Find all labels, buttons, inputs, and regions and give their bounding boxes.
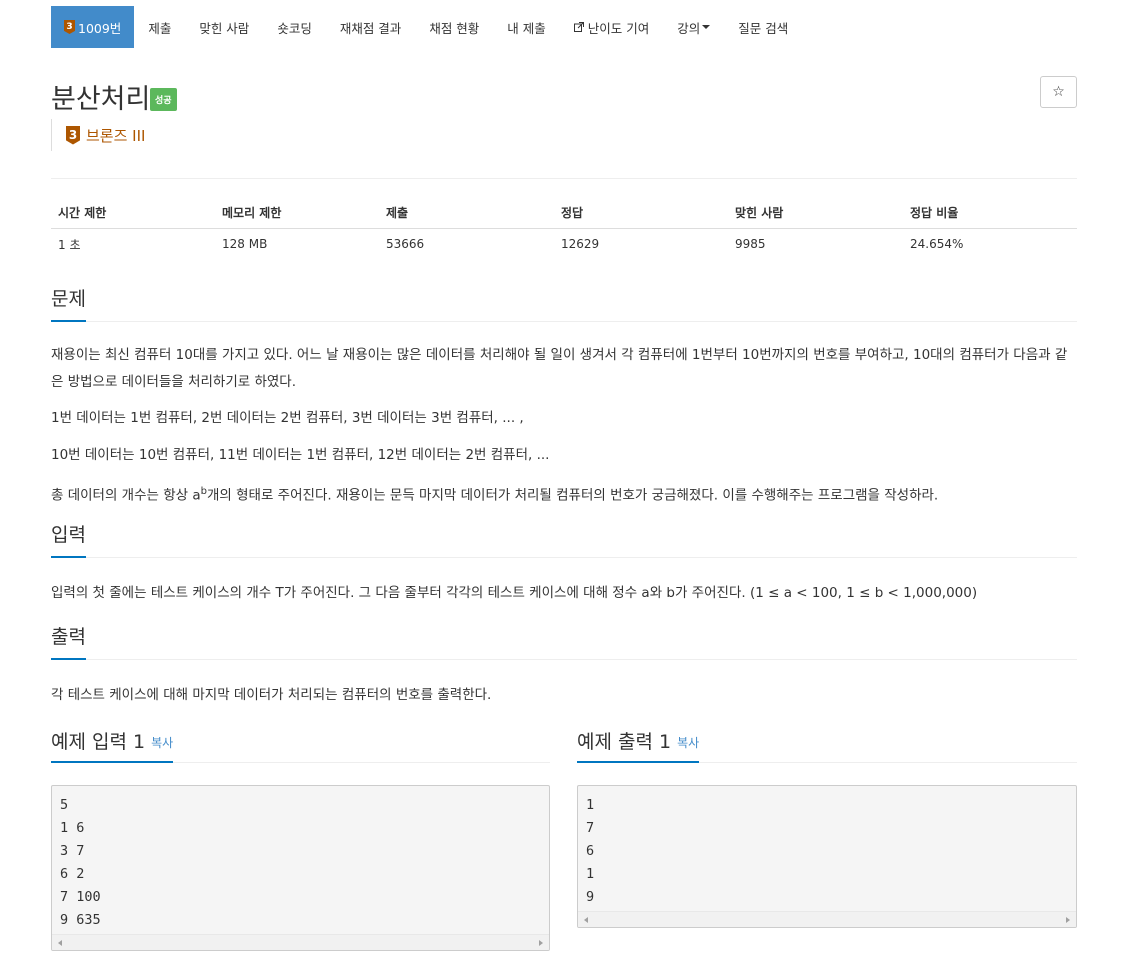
tab-problem-label: 1009번	[78, 20, 122, 36]
header-submissions: 제출	[379, 198, 554, 229]
scroll-left-icon[interactable]	[58, 940, 62, 946]
sample-input-panel: 예제 입력 1 복사 5 1 6 3 7 6 2 7 100 9 635	[51, 729, 550, 951]
section-problem-title: 문제	[51, 288, 86, 322]
problem-description-p4: 총 데이터의 개수는 항상 ab개의 형태로 주어진다. 재용이는 문득 마지막…	[51, 478, 1077, 510]
tab-judge-status[interactable]: 채점 현황	[415, 6, 493, 48]
copy-input-link[interactable]: 복사	[151, 736, 173, 750]
sample-output-title-text: 예제 출력 1	[577, 731, 672, 753]
sample-input-line: 3 7	[60, 843, 85, 859]
tab-question-search[interactable]: 질문 검색	[724, 6, 802, 48]
tab-lecture-dropdown[interactable]: 강의	[663, 6, 724, 48]
sample-output-box[interactable]: 1 7 6 1 9	[577, 785, 1077, 928]
tab-my-submissions[interactable]: 내 제출	[493, 6, 559, 48]
value-time-limit: 1 초	[58, 237, 81, 252]
section-input-header: 입력	[51, 524, 1077, 558]
problem-description-p3: 10번 데이터는 10번 컴퓨터, 11번 데이터는 1번 컴퓨터, 12번 데…	[51, 447, 550, 463]
copy-output-link[interactable]: 복사	[677, 736, 699, 750]
sample-output-line: 6	[586, 843, 595, 859]
table-header-row: 시간 제한 메모리 제한 제출 정답 맞힌 사람 정답 비율	[51, 198, 1077, 229]
page-container: 3 1009번 제출 맞힌 사람 숏코딩 재채점 결과 채점 현황 내 제출 난…	[51, 0, 1077, 951]
value-accepted: 12629	[561, 237, 600, 252]
sample-input-title: 예제 입력 1 복사	[51, 729, 174, 763]
problem-description-p2: 1번 데이터는 1번 컴퓨터, 2번 데이터는 2번 컴퓨터, 3번 데이터는 …	[51, 410, 524, 426]
sample-input-line: 9 635	[60, 912, 101, 928]
sample-input-line: 1 6	[60, 820, 85, 836]
tab-lecture-label: 강의	[677, 20, 701, 36]
sample-input-box[interactable]: 5 1 6 3 7 6 2 7 100 9 635	[51, 785, 550, 951]
section-input-title: 입력	[51, 524, 86, 558]
input-description: 입력의 첫 줄에는 테스트 케이스의 개수 T가 주어진다. 그 다음 줄부터 …	[51, 585, 978, 601]
sample-output-line: 9	[586, 889, 595, 905]
page-title: 분산처리	[51, 84, 151, 115]
favorite-star-button[interactable]: ☆	[1040, 76, 1077, 108]
value-submissions: 53666	[386, 237, 425, 252]
sample-output-panel: 예제 출력 1 복사 1 7 6 1 9	[577, 729, 1077, 928]
header-time-limit: 시간 제한	[51, 198, 215, 229]
header-solved-users: 맞힌 사람	[728, 198, 903, 229]
section-output-header: 출력	[51, 626, 1077, 660]
value-solved-users: 9985	[735, 237, 766, 252]
tab-solved-users[interactable]: 맞힌 사람	[185, 6, 263, 48]
sample-input-title-text: 예제 입력 1	[51, 731, 146, 753]
tab-problem[interactable]: 3 1009번	[51, 6, 135, 48]
p4-text-b: 개의 형태로 주어진다. 재용이는 문득 마지막 데이터가 처리될 컴퓨터의 번…	[207, 487, 939, 504]
tab-submit[interactable]: 제출	[134, 6, 185, 48]
problem-tier[interactable]: 3 브론즈 III	[51, 119, 145, 151]
problem-nav: 3 1009번 제출 맞힌 사람 숏코딩 재채점 결과 채점 현황 내 제출 난…	[51, 6, 1077, 48]
tab-short-coding[interactable]: 숏코딩	[263, 6, 326, 48]
sample-output-header: 예제 출력 1 복사	[577, 729, 1077, 763]
value-memory-limit: 128 MB	[222, 237, 268, 252]
header-accepted: 정답	[554, 198, 728, 229]
tab-difficulty-label: 난이도 기여	[587, 20, 650, 36]
bronze-tier-icon: 3	[64, 20, 75, 34]
sample-output-title: 예제 출력 1 복사	[577, 729, 700, 763]
status-badge: 성공	[150, 88, 177, 111]
header-memory-limit: 메모리 제한	[215, 198, 379, 229]
tier-name: 브론즈 III	[86, 126, 146, 145]
bronze-tier-icon: 3	[66, 125, 80, 145]
p4-text-a: 총 데이터의 개수는 항상 a	[51, 487, 201, 504]
horizontal-scrollbar[interactable]	[578, 911, 1076, 927]
scroll-left-icon[interactable]	[584, 917, 588, 923]
scroll-right-icon[interactable]	[1066, 917, 1070, 923]
section-output-title: 출력	[51, 626, 86, 660]
problem-info-table: 시간 제한 메모리 제한 제출 정답 맞힌 사람 정답 비율 1 초 128 M…	[51, 198, 1077, 260]
external-link-icon	[573, 22, 584, 32]
header-accept-ratio: 정답 비율	[903, 198, 1077, 229]
horizontal-scrollbar[interactable]	[52, 934, 549, 950]
sample-output-line: 1	[586, 866, 595, 882]
table-row: 1 초 128 MB 53666 12629 9985 24.654%	[51, 228, 1077, 260]
sample-input-line: 6 2	[60, 866, 85, 882]
tab-difficulty-contribution[interactable]: 난이도 기여	[560, 6, 663, 48]
problem-description-p1: 재용이는 최신 컴퓨터 10대를 가지고 있다. 어느 날 재용이는 많은 데이…	[51, 347, 1068, 390]
output-description: 각 테스트 케이스에 대해 마지막 데이터가 처리되는 컴퓨터의 번호를 출력한…	[51, 687, 492, 703]
sample-input-line: 5	[60, 797, 69, 813]
section-problem-header: 문제	[51, 288, 1077, 322]
tab-rejudge-results[interactable]: 재채점 결과	[326, 6, 415, 48]
scroll-right-icon[interactable]	[539, 940, 543, 946]
sample-input-header: 예제 입력 1 복사	[51, 729, 550, 763]
sample-output-line: 1	[586, 797, 595, 813]
problem-title-row: 분산처리 성공 ☆	[51, 76, 1077, 116]
value-accept-ratio: 24.654%	[910, 237, 964, 252]
star-icon: ☆	[1052, 84, 1065, 100]
sample-output-line: 7	[586, 820, 595, 836]
divider	[51, 178, 1077, 179]
caret-down-icon	[702, 25, 711, 29]
sample-input-line: 7 100	[60, 889, 101, 905]
